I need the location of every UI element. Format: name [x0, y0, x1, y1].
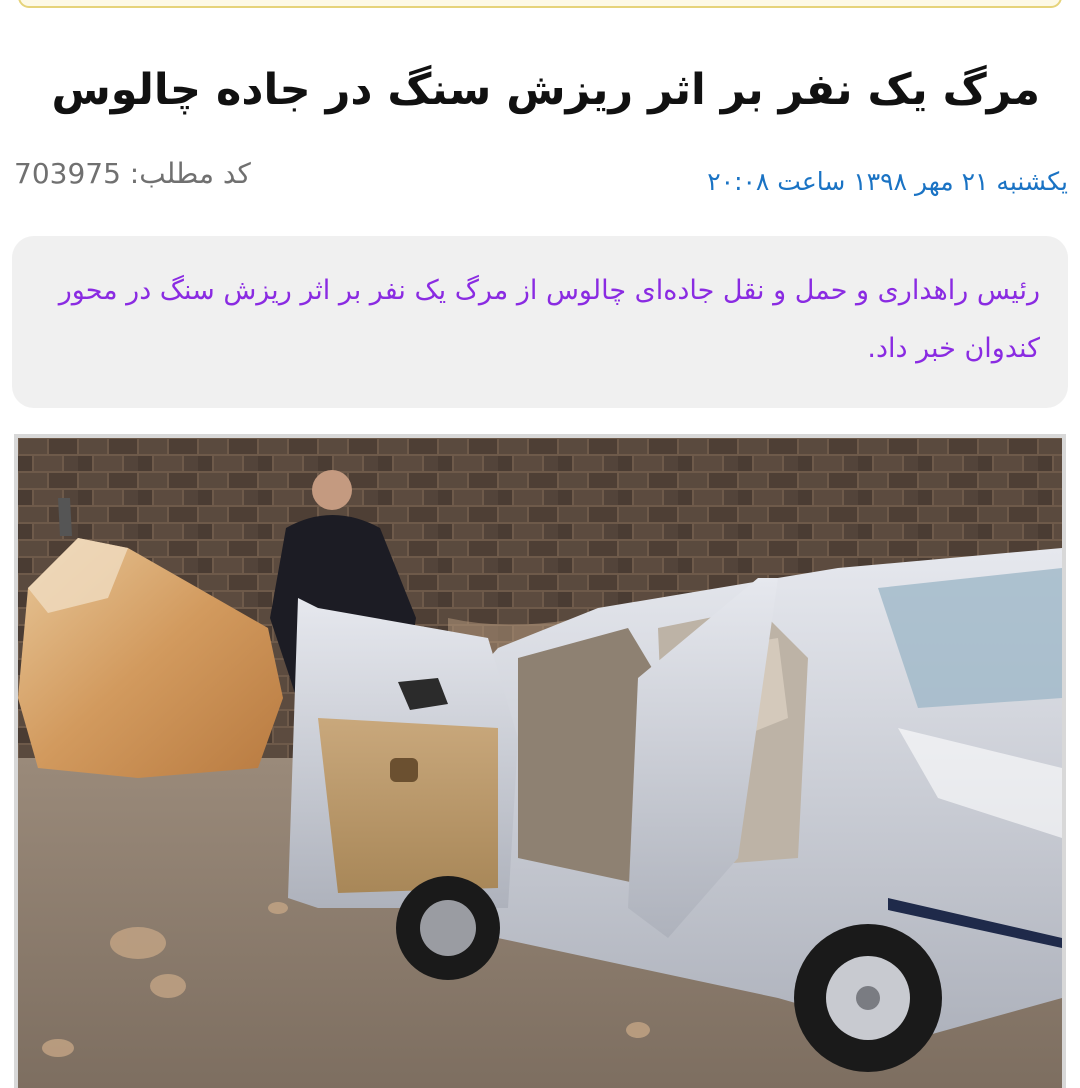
top-bar[interactable] [18, 0, 1062, 8]
article-title: مرگ یک نفر بر اثر ریزش سنگ در جاده چالوس [51, 65, 1040, 115]
article-code: کد مطلب: 703975 [14, 152, 251, 196]
news-article-page: مرگ یک نفر بر اثر ریزش سنگ در جاده چالوس… [0, 0, 1080, 1088]
article-date: یکشنبه ۲۱ مهر ۱۳۹۸ ساعت ۲۰:۰۸ [707, 167, 1068, 196]
accident-scene-image [18, 438, 1062, 1088]
article-lead: رئیس راهداری و حمل و نقل جاده‌ای چالوس ا… [58, 275, 1040, 364]
article-photo[interactable] [14, 434, 1066, 1088]
article-code-label: کد مطلب: [129, 157, 251, 190]
article-code-value: 703975 [14, 157, 121, 190]
article-lead-box: رئیس راهداری و حمل و نقل جاده‌ای چالوس ا… [12, 236, 1068, 408]
